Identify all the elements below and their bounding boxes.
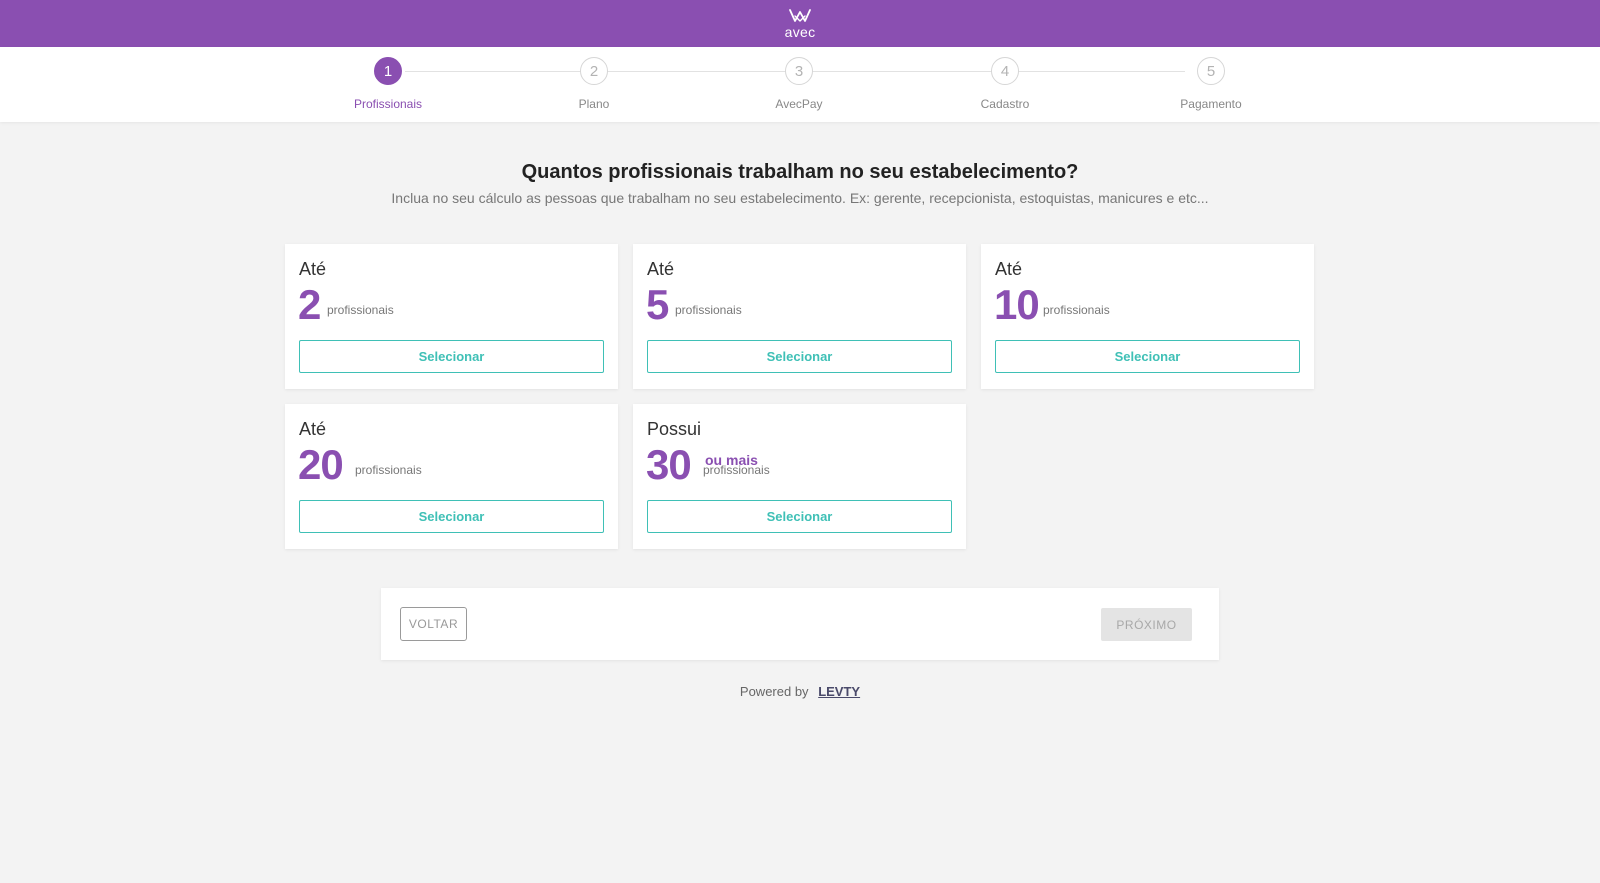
select-2-button[interactable]: Selecionar <box>299 340 604 373</box>
option-card-30: Possui 30 ou mais profissionais Selecion… <box>633 404 966 549</box>
logo-text: avec <box>784 24 816 40</box>
step-number: 2 <box>580 57 608 85</box>
step-label: Profissionais <box>353 97 423 111</box>
option-number: 30 <box>646 441 692 488</box>
option-unit: profissionais <box>355 463 422 477</box>
option-unit: profissionais <box>675 303 742 317</box>
option-number: 20 <box>298 441 344 488</box>
option-unit: profissionais <box>703 463 770 477</box>
option-card-5: Até 5 profissionais Selecionar <box>633 244 966 389</box>
step-number: 5 <box>1197 57 1225 85</box>
option-card-20: Até 20 profissionais Selecionar <box>285 404 618 549</box>
step-pagamento: 5 Pagamento <box>1141 57 1281 111</box>
step-number: 3 <box>785 57 813 85</box>
page-subtitle: Inclua no seu cálculo as pessoas que tra… <box>391 190 1209 206</box>
step-avecpay: 3 AvecPay <box>729 57 869 111</box>
step-label: Pagamento <box>1180 97 1242 111</box>
option-card-2: Até 2 profissionais Selecionar <box>285 244 618 389</box>
option-prefix: Até <box>299 419 327 439</box>
select-30-button[interactable]: Selecionar <box>647 500 952 533</box>
powered-by-text: Powered by <box>739 684 809 699</box>
step-label: Cadastro <box>980 97 1030 111</box>
step-number: 1 <box>374 57 402 85</box>
option-unit: profissionais <box>327 303 394 317</box>
step-plano: 2 Plano <box>524 57 664 111</box>
option-prefix: Até <box>995 259 1023 279</box>
step-cadastro: 4 Cadastro <box>935 57 1075 111</box>
levty-link[interactable]: LEVTY <box>818 684 860 699</box>
step-label: Plano <box>578 97 610 111</box>
next-button[interactable]: PRÓXIMO <box>1101 608 1192 641</box>
back-button[interactable]: VOLTAR <box>400 607 467 641</box>
option-prefix: Possui <box>647 419 702 439</box>
navigation-panel: VOLTAR PRÓXIMO <box>381 588 1219 660</box>
top-bar: avec <box>0 0 1600 47</box>
select-10-button[interactable]: Selecionar <box>995 340 1300 373</box>
page-title: Quantos profissionais trabalham no seu e… <box>521 161 1079 183</box>
option-card-10: Até 10 profissionais Selecionar <box>981 244 1314 389</box>
option-number: 5 <box>646 281 669 328</box>
option-number: 10 <box>994 281 1040 328</box>
option-number: 2 <box>298 281 321 328</box>
step-number: 4 <box>991 57 1019 85</box>
footer: Powered by LEVTY <box>0 684 1600 699</box>
step-label: AvecPay <box>775 97 823 111</box>
progress-stepper: 1 Profissionais 2 Plano 3 AvecPay 4 Cada… <box>0 47 1600 122</box>
avec-logo-icon <box>789 9 811 22</box>
option-unit: profissionais <box>1043 303 1110 317</box>
option-prefix: Até <box>647 259 675 279</box>
option-prefix: Até <box>299 259 327 279</box>
select-5-button[interactable]: Selecionar <box>647 340 952 373</box>
step-profissionais: 1 Profissionais <box>318 57 458 111</box>
select-20-button[interactable]: Selecionar <box>299 500 604 533</box>
